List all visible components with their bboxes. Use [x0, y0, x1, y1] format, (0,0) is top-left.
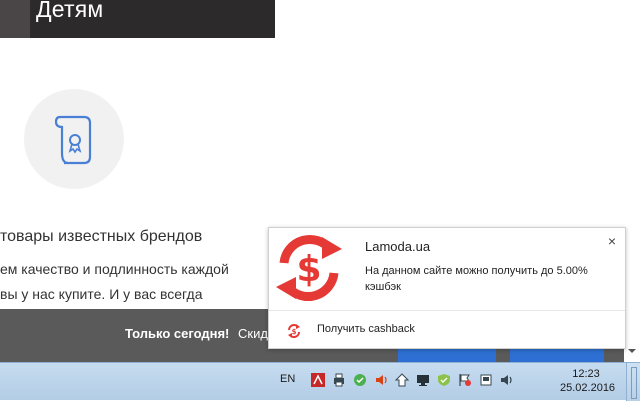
speaker-icon[interactable] [373, 372, 389, 388]
device-icon[interactable] [478, 372, 494, 388]
adobe-icon[interactable] [310, 372, 326, 388]
language-indicator[interactable]: EN [280, 373, 295, 385]
volume-icon[interactable] [499, 372, 515, 388]
notification-message: На данном сайте можно получить до 5.00% … [365, 265, 588, 293]
promo-button[interactable] [398, 347, 496, 362]
flag-error-icon[interactable] [457, 372, 473, 388]
hero-title: Детям [36, 0, 104, 22]
svg-text:$: $ [292, 328, 297, 336]
monitor-icon[interactable] [415, 372, 431, 388]
feature-text-line: ем качество и подлинность каждой [0, 261, 229, 277]
show-desktop-button[interactable] [626, 363, 640, 401]
scroll-down-arrow-icon[interactable] [627, 346, 637, 356]
notification-title: Lamoda.ua [365, 239, 431, 254]
clock-time: 12:23 [572, 368, 600, 380]
shield-check-icon[interactable] [436, 372, 452, 388]
promo-discount-text: Скид [238, 326, 268, 341]
promo-today-label: Только сегодня! [125, 326, 230, 341]
cashback-small-icon: $ [288, 324, 300, 338]
close-button[interactable]: × [606, 234, 618, 248]
network-icon[interactable] [352, 372, 368, 388]
system-clock[interactable]: 12:23 25.02.2016 [560, 367, 616, 395]
feature-text-line: вы у нас купите. И у вас всегда [0, 286, 203, 302]
hero-banner[interactable]: Детям [0, 0, 275, 38]
system-tray [310, 372, 515, 390]
svg-text:$: $ [296, 249, 321, 290]
clock-date: 25.02.2016 [560, 382, 616, 394]
browser-viewport: Детям товары известных брендов ем качест… [0, 0, 640, 362]
dollar-refresh-icon: $ [276, 235, 342, 301]
get-cashback-button[interactable]: $ Получить cashback [269, 311, 625, 349]
taskbar: EN 12:23 25.02.2016 [0, 362, 640, 401]
vertical-scrollbar[interactable] [624, 0, 640, 362]
feature-heading: товары известных брендов [0, 228, 203, 245]
cashback-logo: $ [270, 229, 348, 307]
upload-icon[interactable] [394, 372, 410, 388]
printer-icon[interactable] [331, 372, 347, 388]
certificate-icon [54, 115, 92, 165]
promo-button[interactable] [510, 347, 604, 362]
feature-circle [24, 89, 124, 189]
cashback-notification: $ Lamoda.ua На данном сайте можно получи… [268, 227, 626, 349]
get-cashback-label: Получить cashback [317, 323, 415, 335]
